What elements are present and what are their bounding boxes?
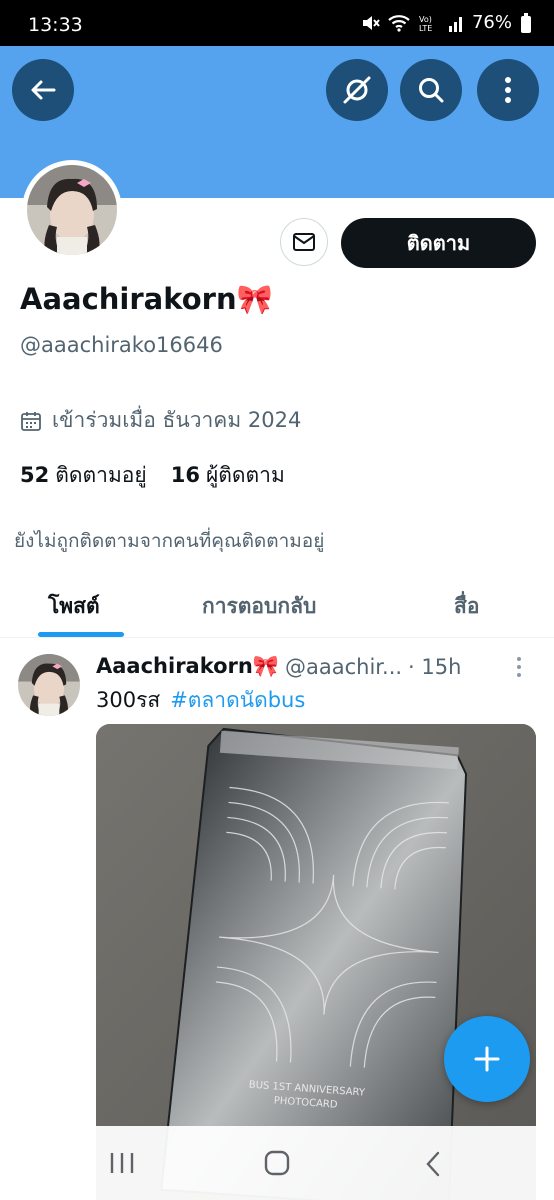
profile-tabs: โพสต์ การตอบกลับ สื่อ bbox=[0, 572, 554, 638]
system-nav-bar bbox=[0, 1126, 554, 1200]
signal-icon bbox=[448, 16, 462, 32]
more-vertical-icon bbox=[517, 657, 521, 677]
svg-text:LTE: LTE bbox=[419, 24, 432, 33]
profile-avatar[interactable] bbox=[22, 160, 122, 260]
svg-text:Vo): Vo) bbox=[419, 15, 432, 24]
follow-button[interactable]: ติดตาม bbox=[341, 218, 536, 268]
wifi-icon bbox=[388, 14, 410, 32]
more-vertical-icon bbox=[505, 77, 511, 103]
plus-icon bbox=[474, 1046, 500, 1072]
mute-icon bbox=[362, 15, 380, 30]
battery-level: 76% bbox=[471, 12, 512, 33]
followers-link[interactable]: 16 ผู้ติดตาม bbox=[171, 459, 285, 492]
following-label: ติดตามอยู่ bbox=[55, 463, 147, 487]
avatar-image bbox=[27, 165, 117, 255]
more-options-button[interactable] bbox=[477, 59, 539, 121]
followers-label: ผู้ติดตาม bbox=[205, 463, 285, 487]
post-hashtag[interactable]: #ตลาดนัดbus bbox=[170, 688, 305, 712]
home-button[interactable] bbox=[264, 1150, 290, 1180]
search-button[interactable] bbox=[400, 59, 462, 121]
search-icon bbox=[419, 78, 444, 103]
joined-text: เข้าร่วมเมื่อ ธันวาคม 2024 bbox=[52, 408, 302, 432]
active-tab-indicator bbox=[38, 632, 124, 637]
follow-counts: 52 ติดตามอยู่ 16 ผู้ติดตาม bbox=[20, 459, 285, 492]
joined-date: เข้าร่วมเมื่อ ธันวาคม 2024 bbox=[20, 404, 301, 437]
status-time: 13:33 bbox=[28, 14, 83, 36]
following-count: 52 bbox=[20, 463, 50, 487]
message-button[interactable] bbox=[280, 218, 328, 266]
nav-back-button[interactable] bbox=[424, 1150, 442, 1182]
profile-handle: @aaachirako16646 bbox=[20, 333, 223, 357]
post-display-name[interactable]: Aaachirakorn🎀 bbox=[96, 654, 279, 679]
volte-icon: Vo) LTE bbox=[419, 15, 432, 33]
recent-apps-button[interactable] bbox=[108, 1150, 136, 1180]
post-text: 300รส #ตลาดนัดbus bbox=[96, 684, 305, 717]
tab-media[interactable]: สื่อ bbox=[454, 590, 479, 623]
tab-posts[interactable]: โพสต์ bbox=[48, 590, 100, 623]
battery-icon bbox=[521, 12, 531, 33]
post-body: 300รส bbox=[96, 688, 161, 712]
recent-apps-icon bbox=[110, 1153, 134, 1173]
back-arrow-icon bbox=[31, 80, 56, 100]
status-icons: Vo) LTE 76% bbox=[360, 12, 532, 33]
profile-display-name: Aaachirakorn🎀 bbox=[20, 282, 273, 316]
envelope-icon bbox=[293, 233, 315, 251]
back-button[interactable] bbox=[12, 59, 74, 121]
compose-button[interactable] bbox=[444, 1016, 530, 1102]
status-bar: 13:33 Vo) LTE 76% bbox=[0, 0, 554, 46]
post-header: Aaachirakorn🎀 @aaachir... · 15h bbox=[96, 654, 516, 679]
followers-count: 16 bbox=[170, 463, 200, 487]
post-time: · 15h bbox=[408, 654, 462, 679]
post-more-button[interactable] bbox=[514, 656, 524, 682]
not-followed-note: ยังไม่ถูกติดตามจากคนที่คุณติดตามอยู่ bbox=[14, 530, 325, 552]
grok-button[interactable] bbox=[326, 59, 388, 121]
calendar-icon bbox=[21, 411, 41, 431]
post-avatar[interactable] bbox=[18, 654, 80, 716]
following-link[interactable]: 52 ติดตามอยู่ bbox=[20, 459, 147, 492]
back-icon bbox=[426, 1151, 440, 1177]
home-icon bbox=[264, 1150, 290, 1176]
tab-replies[interactable]: การตอบกลับ bbox=[202, 590, 316, 623]
grok-icon bbox=[343, 76, 371, 104]
post-handle[interactable]: @aaachir... bbox=[285, 655, 402, 679]
